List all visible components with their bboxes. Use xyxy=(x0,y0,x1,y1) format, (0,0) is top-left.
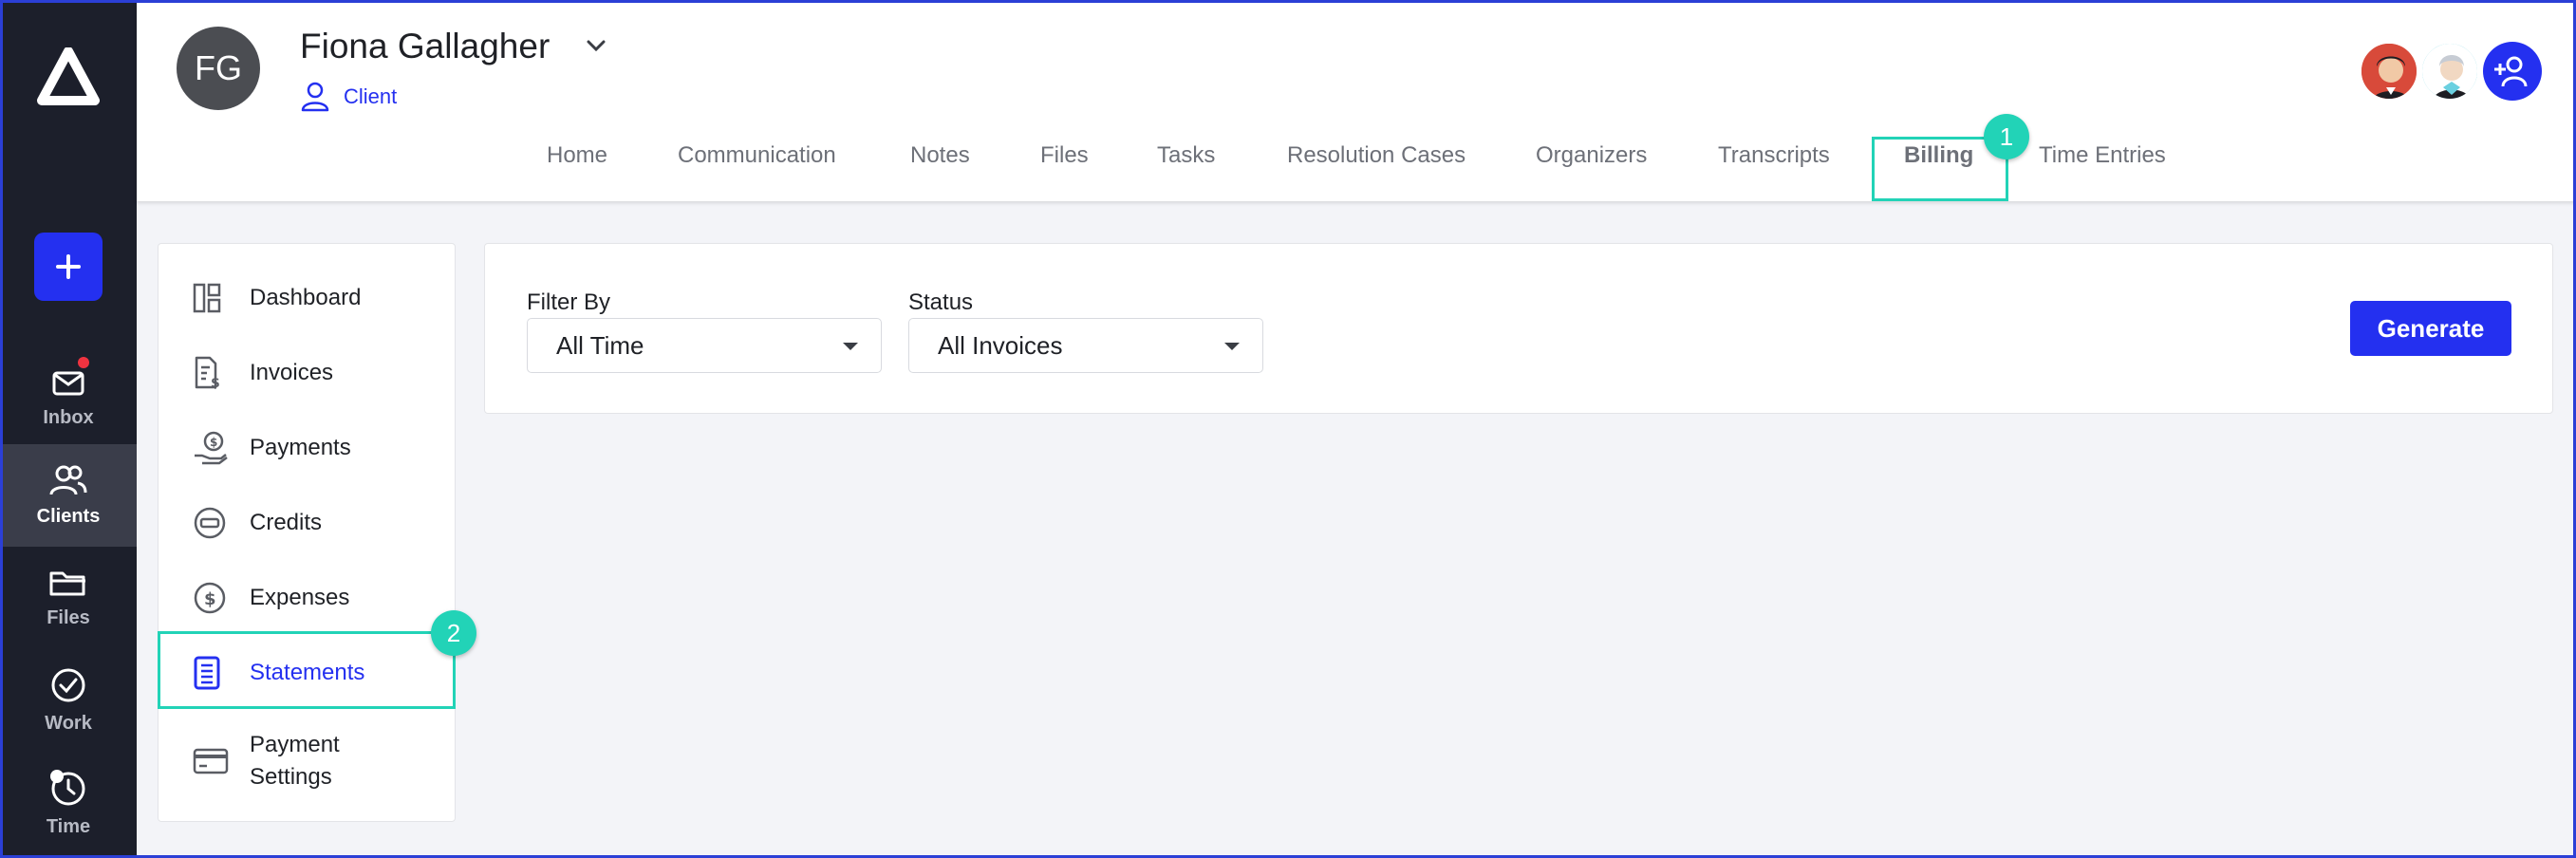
rail-item-files[interactable]: Files xyxy=(0,547,137,649)
mail-icon xyxy=(52,371,84,395)
generate-button[interactable]: Generate xyxy=(2350,301,2511,356)
chevron-down-icon[interactable] xyxy=(585,36,607,55)
credit-icon xyxy=(194,507,226,539)
status-value: All Invoices xyxy=(938,330,1063,360)
side-item-label: Payment Settings xyxy=(250,732,340,790)
side-item-label: Dashboard xyxy=(250,285,362,310)
statements-filter-panel: Filter By All Time Status All Invoices G… xyxy=(484,243,2553,414)
tab-resolution-cases[interactable]: Resolution Cases xyxy=(1287,142,1465,169)
rail-item-label: Clients xyxy=(36,505,101,527)
add-user-icon xyxy=(2494,56,2528,87)
svg-text:$: $ xyxy=(211,376,220,390)
create-new-button[interactable] xyxy=(34,233,103,301)
payment-hand-icon: $ xyxy=(195,431,228,465)
step-badge-1: 1 xyxy=(1984,114,2029,159)
tab-organizers[interactable]: Organizers xyxy=(1536,142,1647,169)
side-item-dashboard[interactable]: Dashboard xyxy=(159,261,457,335)
tab-files[interactable]: Files xyxy=(1040,142,1089,169)
rail-item-work[interactable]: Work xyxy=(0,649,137,752)
side-item-payment-settings[interactable]: Payment Settings xyxy=(159,718,457,804)
side-item-invoices[interactable]: $ Invoices xyxy=(159,336,457,410)
tab-notes[interactable]: Notes xyxy=(910,142,970,169)
check-circle-icon xyxy=(51,668,85,701)
tab-communication[interactable]: Communication xyxy=(678,142,836,169)
person-icon xyxy=(301,82,329,112)
dashboard-icon xyxy=(193,283,221,313)
tab-time-entries[interactable]: Time Entries xyxy=(2039,142,2166,169)
filter-by-value: All Time xyxy=(556,330,644,360)
invoice-icon: $ xyxy=(195,356,220,390)
left-rail: Inbox Clients Files Work Time xyxy=(0,0,137,858)
users-icon xyxy=(49,465,87,494)
status-select[interactable]: All Invoices xyxy=(908,318,1263,373)
card-icon xyxy=(193,748,229,774)
team-avatar[interactable] xyxy=(2360,42,2418,101)
rail-item-label: Files xyxy=(47,606,90,628)
rail-item-clients[interactable]: Clients xyxy=(0,444,137,547)
side-item-payments[interactable]: $ Payments xyxy=(159,411,457,485)
team-avatar[interactable] xyxy=(2420,42,2479,101)
folder-icon xyxy=(49,571,85,595)
plus-icon xyxy=(56,254,81,279)
tab-home[interactable]: Home xyxy=(547,142,607,169)
highlight-statements-item xyxy=(158,631,456,709)
side-item-label: Expenses xyxy=(250,585,350,610)
rail-item-time[interactable]: Time xyxy=(0,752,137,854)
svg-text:$: $ xyxy=(204,589,216,609)
status-label: Status xyxy=(908,289,974,315)
side-item-credits[interactable]: Credits xyxy=(159,486,457,560)
clock-icon xyxy=(50,769,85,805)
side-item-label: Credits xyxy=(250,510,323,535)
rail-item-label: Work xyxy=(45,712,92,734)
rail-item-label: Time xyxy=(46,815,91,837)
client-role-label: Client xyxy=(344,84,398,108)
side-item-expenses[interactable]: $ Expenses xyxy=(159,561,457,635)
side-item-label: Payments xyxy=(250,435,351,460)
rail-item-inbox[interactable]: Inbox xyxy=(0,347,137,450)
client-avatar: FG xyxy=(177,27,260,110)
app-logo[interactable] xyxy=(34,47,103,108)
rail-item-label: Inbox xyxy=(43,406,94,428)
dollar-circle-icon: $ xyxy=(194,582,226,614)
step-badge-2: 2 xyxy=(431,610,476,656)
tab-transcripts[interactable]: Transcripts xyxy=(1718,142,1830,169)
filter-by-select[interactable]: All Time xyxy=(527,318,882,373)
billing-side-menu: Dashboard $ Invoices $ Payments Credits … xyxy=(158,243,456,822)
svg-text:$: $ xyxy=(210,436,217,449)
client-tabs: Home Communication Notes Files Tasks Res… xyxy=(137,142,2576,201)
caret-down-icon xyxy=(1224,343,1240,350)
client-header: FG Fiona Gallagher Client Home Communica… xyxy=(137,0,2576,201)
caret-down-icon xyxy=(843,343,858,350)
client-name[interactable]: Fiona Gallagher xyxy=(300,27,550,66)
side-item-label: Invoices xyxy=(250,360,334,385)
tab-tasks[interactable]: Tasks xyxy=(1157,142,1215,169)
unread-dot xyxy=(78,357,89,368)
filter-by-label: Filter By xyxy=(527,289,611,315)
client-role: Client xyxy=(300,82,397,112)
add-user-button[interactable] xyxy=(2483,42,2542,101)
